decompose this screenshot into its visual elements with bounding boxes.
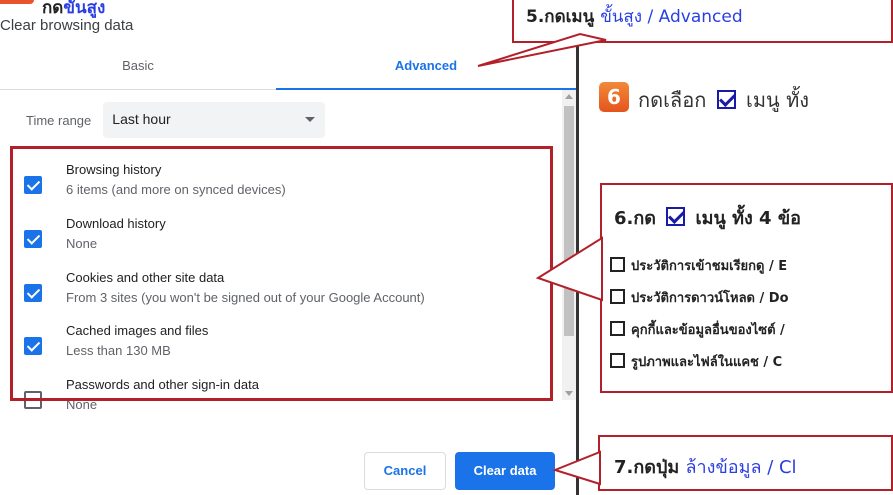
time-range-label: Time range — [26, 112, 92, 128]
time-range-row: Time range Last hour — [26, 100, 326, 140]
tab-advanced[interactable]: Advanced — [276, 52, 576, 90]
checkmark-box-icon — [666, 207, 686, 226]
callout-step-6: 6.กด เมนู ทั้ง 4 ข้อ ประวัติการเข้าชมเรี… — [600, 183, 893, 393]
clear-browsing-data-dialog: กดขั้นสูง Clear browsing data Basic Adva… — [0, 0, 576, 495]
active-tab-indicator — [276, 88, 576, 90]
step-6-intro: กดเลือก เมนู ทั้ง — [638, 88, 810, 112]
callout-step-5-text: 5.กดเมนู ขั้นสูง / Advanced — [526, 7, 743, 27]
empty-box-icon — [610, 289, 625, 304]
scroll-thumb[interactable] — [564, 106, 574, 336]
tab-basic[interactable]: Basic — [0, 52, 276, 90]
highlight-box-options — [10, 146, 553, 401]
cancel-button[interactable]: Cancel — [364, 452, 446, 490]
panel-divider — [576, 0, 579, 495]
callout-step-6-line: ประวัติการดาวน์โหลด / Do — [610, 287, 789, 308]
callout-step-6-line: คุกกี้และข้อมูลอื่นของไซต์ / — [610, 319, 785, 340]
callout-step-6-title: 6.กด เมนู ทั้ง 4 ข้อ — [614, 207, 801, 229]
callout-step-6-line: รูปภาพและไฟล์ในแคช / C — [610, 351, 782, 372]
callout-step-6-line: ประวัติการเข้าชมเรียกดู / E — [610, 255, 787, 276]
tab-bar: Basic Advanced — [0, 52, 576, 90]
callout-step-7: 7.กดปุ่ม ล้างข้อมูล / Cl — [598, 435, 893, 491]
empty-box-icon — [610, 257, 625, 272]
step-6-badge: 6 — [599, 82, 629, 112]
step-badge-fragment — [0, 0, 34, 4]
clear-data-button[interactable]: Clear data — [455, 452, 555, 490]
scroll-down-icon[interactable] — [565, 391, 573, 396]
chevron-down-icon — [305, 117, 316, 122]
callout-step-5: 5.กดเมนู ขั้นสูง / Advanced — [512, 0, 893, 43]
time-range-value: Last hour — [112, 111, 171, 127]
time-range-select[interactable]: Last hour — [103, 102, 326, 138]
dialog-title: Clear browsing data — [0, 17, 134, 34]
scrollbar[interactable] — [562, 90, 576, 400]
checkmark-box-icon — [716, 90, 736, 109]
empty-box-icon — [610, 321, 625, 336]
scroll-up-icon[interactable] — [565, 94, 573, 99]
callout-step-7-text: 7.กดปุ่ม ล้างข้อมูล / Cl — [614, 457, 797, 478]
empty-box-icon — [610, 353, 625, 368]
